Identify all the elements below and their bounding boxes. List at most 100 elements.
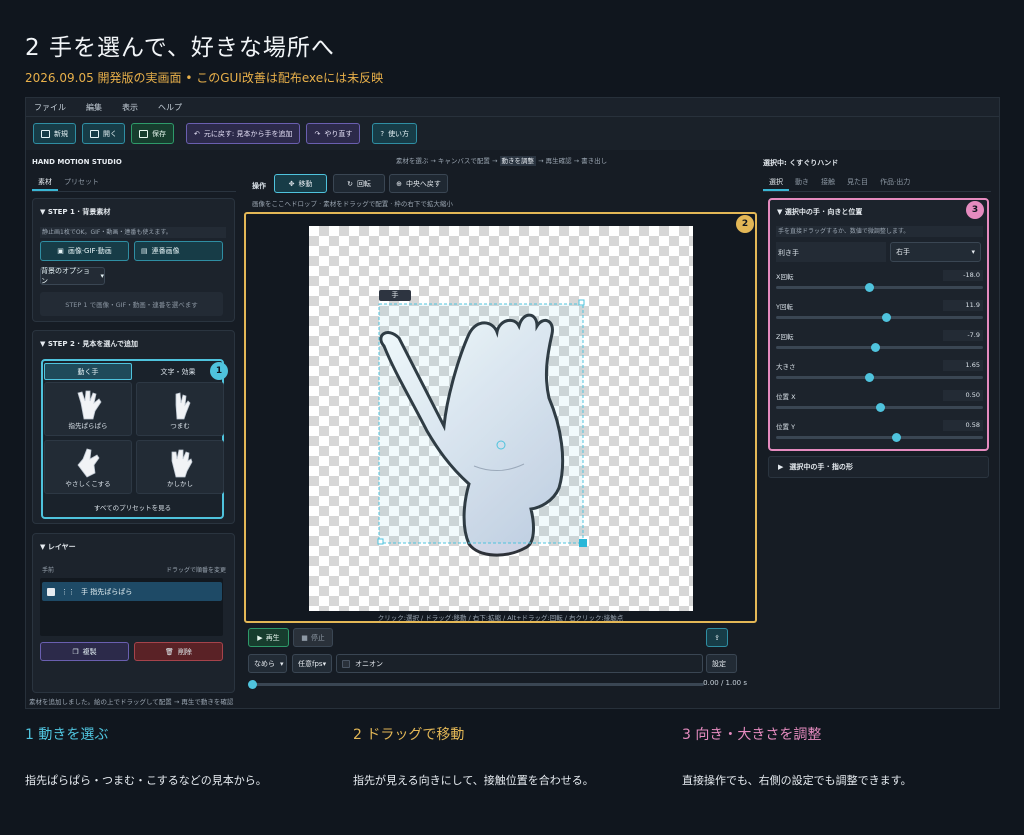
redo-button[interactable]: ↷ やり直す (306, 123, 361, 144)
media-button[interactable]: ▣ 画像·GIF·動画 (40, 241, 129, 261)
preset-tile[interactable]: かしかし (136, 440, 224, 494)
timeline-knob[interactable] (248, 680, 257, 689)
menu-view[interactable]: 表示 (122, 102, 138, 113)
tab-motion-hand[interactable]: 動く手 (44, 363, 132, 380)
tab-contact[interactable]: 接触 (815, 172, 841, 191)
help-icon: ? (380, 129, 385, 138)
duplicate-button[interactable]: ❐ 複製 (40, 642, 129, 661)
check-icon[interactable] (47, 587, 55, 596)
property-slider-track[interactable] (776, 286, 983, 289)
operation-label: 操作 (252, 182, 266, 190)
play-button[interactable]: ▶ 再生 (248, 628, 289, 647)
step-2-description: 指先が見える向きにして、接触位置を合わせる。 (353, 774, 594, 787)
property-slider-knob[interactable] (892, 433, 902, 442)
property-value-input[interactable]: -7.9 (943, 330, 983, 341)
menu-edit[interactable]: 編集 (86, 102, 102, 113)
all-presets-link[interactable]: すべてのプリセットを見る (43, 499, 222, 517)
easing-select[interactable]: なめら ▾ (248, 654, 287, 673)
sequence-icon: ▤ (141, 247, 148, 255)
media-label: 画像·GIF·動画 (67, 247, 112, 255)
property-slider-knob[interactable] (865, 283, 875, 292)
page-title: 2 手を選んで、好きな場所へ (25, 35, 335, 61)
pose-section: ▼ 選択中の手 · 向きと位置 手を直接ドラッグするか、数値で微調整します。 利… (768, 198, 989, 451)
step-1-description: 指先ぱらぱら・つまむ・こするなどの見本から。 (25, 774, 267, 787)
property-slider-knob[interactable] (871, 343, 881, 352)
settings-select[interactable]: 設定 (706, 654, 737, 673)
rotate-label: 回転 (356, 179, 371, 188)
background-options-button[interactable]: 背景のオプション ▾ (40, 267, 105, 285)
stop-button[interactable]: ■ 停止 (293, 628, 333, 647)
save-icon (139, 129, 148, 138)
property-value-input[interactable]: 0.58 (943, 420, 983, 431)
left-tabs: 素材 プリセット (32, 172, 236, 192)
onion-toggle[interactable]: オニオン (336, 654, 703, 673)
rotate-button[interactable]: ↻ 回転 (333, 174, 385, 193)
delete-button[interactable]: 🗑 削除 (134, 642, 223, 661)
chevron-down-icon: ▾ (280, 659, 284, 668)
callout-badge-3: 3 (966, 201, 984, 219)
step2-title[interactable]: ▼ STEP 2 · 見本を選んで追加 (40, 339, 138, 349)
new-label: 新規 (54, 129, 68, 138)
timeline[interactable]: 0.00 / 1.00 s (248, 678, 757, 690)
crosshair-icon: ⊕ (396, 179, 402, 188)
handedness-select[interactable]: 右手 ▾ (890, 242, 981, 262)
menu-file[interactable]: ファイル (34, 102, 66, 113)
property-value-input[interactable]: 0.50 (943, 390, 983, 401)
finger-shape-section[interactable]: ▶ 選択中の手 · 指の形 (768, 456, 989, 478)
open-button[interactable]: 開く (82, 123, 125, 144)
preset-tile[interactable]: 指先ぱらぱら (44, 382, 132, 436)
layer-item[interactable]: ⋮⋮ 手 指先ぱらぱら (42, 582, 222, 601)
step1-title[interactable]: ▼ STEP 1 · 背景素材 (40, 207, 110, 217)
undo-button[interactable]: ↶ 元に戻す: 見本から手を追加 (186, 123, 301, 144)
property-value-input[interactable]: -18.0 (943, 270, 983, 281)
property-value-input[interactable]: 1.65 (943, 360, 983, 371)
canvas-frame: 手 2 クリック:選択 / ドラッグ:移動 / 右下:拡縮 / Alt+ドラッグ… (244, 212, 757, 623)
tab-appearance[interactable]: 見た目 (841, 172, 874, 191)
sequence-button[interactable]: ▤ 連番画像 (134, 241, 223, 261)
tab-presets[interactable]: プリセット (58, 172, 105, 191)
tab-text-effects[interactable]: 文字・効果 (135, 363, 221, 380)
layers-title[interactable]: ▼ レイヤー (40, 542, 76, 552)
tab-motion[interactable]: 動き (789, 172, 815, 191)
tab-materials[interactable]: 素材 (32, 172, 58, 191)
rotate-icon: ↻ (347, 179, 353, 188)
tab-select[interactable]: 選択 (763, 172, 789, 191)
playback-controls: なめら ▾ 任意fps ▾ オニオン 設定 (248, 654, 757, 674)
preset-tile[interactable]: やさしくこする (44, 440, 132, 494)
chevron-down-icon: ▾ (322, 659, 327, 668)
onion-checkbox[interactable] (342, 659, 350, 668)
options-label: 背景のオプション (41, 267, 90, 285)
hand-tag: 手 (391, 291, 399, 299)
property-slider-track[interactable] (776, 436, 983, 439)
property-slider-knob[interactable] (881, 313, 891, 322)
export-button[interactable]: ⇪ (706, 628, 728, 647)
help-button[interactable]: ? 使い方 (372, 123, 418, 144)
preset-tile[interactable]: つまむ (136, 382, 224, 436)
hand-layer[interactable] (309, 226, 693, 611)
property-row: 大きさ 1.65 (776, 360, 983, 390)
fps-select[interactable]: 任意fps ▾ (292, 654, 332, 673)
move-button[interactable]: ✥ 移動 (274, 174, 327, 193)
save-button[interactable]: 保存 (131, 123, 174, 144)
canvas[interactable]: 手 (309, 226, 693, 611)
tab-output[interactable]: 作品·出力 (874, 172, 916, 191)
duplicate-icon: ❐ (72, 647, 79, 656)
preset-label: 指先ぱらぱら (68, 422, 108, 430)
drag-handle-icon[interactable]: ⋮⋮ (61, 588, 75, 596)
finger-section-label: 選択中の手 · 指の形 (789, 463, 853, 471)
property-value-input[interactable]: 11.9 (943, 300, 983, 311)
new-button[interactable]: 新規 (33, 123, 76, 144)
property-slider-track[interactable] (776, 316, 983, 319)
layers-title-text: レイヤー (47, 543, 76, 551)
center-label: 中央へ戻す (405, 179, 441, 188)
property-slider-track[interactable] (776, 376, 983, 379)
pose-section-title[interactable]: ▼ 選択中の手 · 向きと位置 (777, 207, 862, 217)
timeline-track[interactable] (252, 683, 704, 686)
property-slider-knob[interactable] (865, 373, 875, 382)
left-panel: HAND MOTION STUDIO 素材 プリセット ▼ STEP 1 · 背… (30, 150, 239, 695)
menu-help[interactable]: ヘルプ (158, 102, 182, 113)
center-button[interactable]: ⊕ 中央へ戻す (389, 174, 448, 193)
property-slider-knob[interactable] (875, 403, 885, 412)
property-row: 位置 Y 0.58 (776, 420, 983, 450)
resize-handle (578, 299, 585, 306)
